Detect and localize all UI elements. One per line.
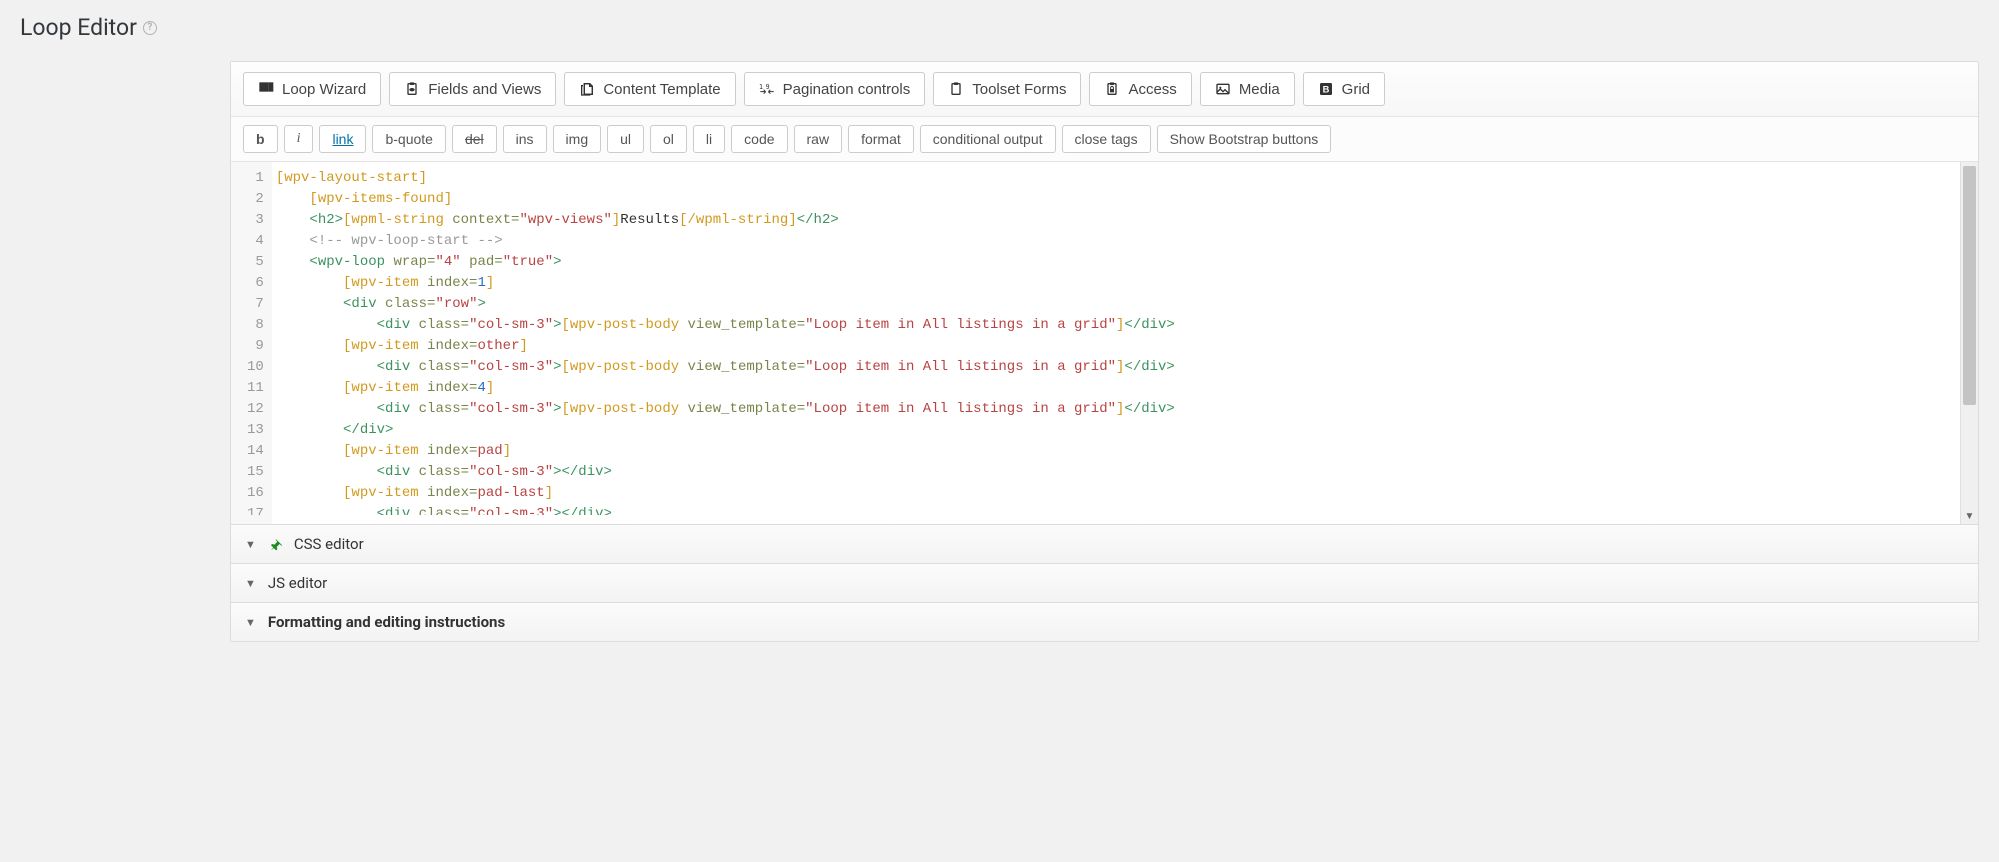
media-label: Media (1239, 82, 1280, 97)
tag-ins-button[interactable]: ins (503, 125, 547, 153)
toolset-forms-button[interactable]: Toolset Forms (933, 72, 1081, 106)
line-gutter: 1234567891011121314151617 (231, 162, 272, 524)
code-line[interactable]: [wpv-item index=pad] (276, 441, 1956, 462)
media-button[interactable]: Media (1200, 72, 1295, 106)
scrollbar[interactable]: ▼ (1960, 162, 1978, 524)
pin-icon (268, 537, 282, 551)
code-line[interactable]: [wpv-item index=1] (276, 273, 1956, 294)
code-line[interactable]: [wpv-item index=4] (276, 378, 1956, 399)
pagination-label: Pagination controls (783, 82, 911, 97)
tag-format-button[interactable]: format (848, 125, 914, 153)
content-template-button[interactable]: Content Template (564, 72, 735, 106)
css-editor-accordion[interactable]: ▼ CSS editor (231, 524, 1978, 563)
css-editor-label: CSS editor (294, 535, 364, 553)
tag-img-button[interactable]: img (553, 125, 602, 153)
access-button[interactable]: Access (1089, 72, 1191, 106)
scroll-down-icon[interactable]: ▼ (1961, 511, 1978, 522)
tag-link-button[interactable]: link (319, 125, 366, 153)
loop-wizard-button[interactable]: Loop Wizard (243, 72, 381, 106)
grid-button[interactable]: B Grid (1303, 72, 1385, 106)
main-toolbar: Loop Wizard Fields and Views Content Templ… (231, 62, 1978, 117)
editor-panel: Loop Wizard Fields and Views Content Templ… (230, 61, 1979, 642)
tag-close-tags-button[interactable]: close tags (1062, 125, 1151, 153)
help-icon[interactable]: ? (143, 21, 157, 35)
code-line[interactable]: [wpv-item index=other] (276, 336, 1956, 357)
code-line[interactable]: <div class="col-sm-3"></div> (276, 462, 1956, 483)
tag-ul-button[interactable]: ul (607, 125, 644, 153)
grid-icon (258, 81, 274, 97)
tag-ol-button[interactable]: ol (650, 125, 687, 153)
tag-del-button[interactable]: del (452, 125, 497, 153)
lock-clipboard-icon (1104, 81, 1120, 97)
page-title-row: Loop Editor ? (20, 10, 1979, 61)
code-line[interactable]: <h2>[wpml-string context="wpv-views"]Res… (276, 210, 1956, 231)
tags-toolbar: bilinkb-quotedelinsimgulollicoderawforma… (231, 117, 1978, 162)
fields-views-label: Fields and Views (428, 82, 541, 97)
toolset-forms-label: Toolset Forms (972, 82, 1066, 97)
code-editor[interactable]: 1234567891011121314151617 [wpv-layout-st… (231, 162, 1978, 524)
tag-li-button[interactable]: li (693, 125, 725, 153)
js-editor-label: JS editor (268, 574, 327, 592)
svg-text:B: B (1322, 84, 1329, 94)
content-template-label: Content Template (603, 82, 720, 97)
code-content[interactable]: [wpv-layout-start] [wpv-items-found] <h2… (272, 162, 1960, 524)
tag-conditional-output-button[interactable]: conditional output (920, 125, 1056, 153)
tag-b-button[interactable]: b (243, 125, 278, 153)
js-editor-accordion[interactable]: ▼ JS editor (231, 563, 1978, 602)
code-line[interactable]: </div> (276, 420, 1956, 441)
tag-code-button[interactable]: code (731, 125, 787, 153)
code-line[interactable]: <div class="col-sm-3">[wpv-post-body vie… (276, 399, 1956, 420)
code-line[interactable]: <div class="row"> (276, 294, 1956, 315)
code-line[interactable]: <div class="col-sm-3"></div> (276, 504, 1956, 515)
chevron-down-icon: ▼ (245, 538, 256, 551)
file-copy-icon (579, 81, 595, 97)
svg-text:1: 1 (759, 83, 763, 91)
scrollbar-thumb[interactable] (1963, 166, 1976, 405)
loop-wizard-label: Loop Wizard (282, 82, 366, 97)
tag-i-button[interactable]: i (284, 125, 314, 153)
code-line[interactable]: [wpv-item index=pad-last] (276, 483, 1956, 504)
chevron-down-icon: ▼ (245, 616, 256, 629)
page-title: Loop Editor (20, 14, 137, 41)
chevron-down-icon: ▼ (245, 577, 256, 590)
pagination-icon: 19 (759, 81, 775, 97)
grid-label: Grid (1342, 82, 1370, 97)
pagination-button[interactable]: 19 Pagination controls (744, 72, 926, 106)
tag-raw-button[interactable]: raw (794, 125, 843, 153)
b-square-icon: B (1318, 81, 1334, 97)
code-line[interactable]: <div class="col-sm-3">[wpv-post-body vie… (276, 315, 1956, 336)
code-line[interactable]: [wpv-items-found] (276, 189, 1956, 210)
tag-b-quote-button[interactable]: b-quote (372, 125, 445, 153)
code-line[interactable]: <wpv-loop wrap="4" pad="true"> (276, 252, 1956, 273)
code-line[interactable]: <div class="col-sm-3">[wpv-post-body vie… (276, 357, 1956, 378)
code-line[interactable]: [wpv-layout-start] (276, 168, 1956, 189)
svg-text:9: 9 (765, 83, 769, 91)
formatting-label: Formatting and editing instructions (268, 613, 505, 631)
code-line[interactable]: <!-- wpv-loop-start --> (276, 231, 1956, 252)
access-label: Access (1128, 82, 1176, 97)
tag-Show-Bootstrap-buttons-button[interactable]: Show Bootstrap buttons (1157, 125, 1332, 153)
clipboard-eye-icon (404, 81, 420, 97)
fields-views-button[interactable]: Fields and Views (389, 72, 556, 106)
clipboard-icon (948, 81, 964, 97)
formatting-accordion[interactable]: ▼ Formatting and editing instructions (231, 602, 1978, 641)
image-icon (1215, 81, 1231, 97)
